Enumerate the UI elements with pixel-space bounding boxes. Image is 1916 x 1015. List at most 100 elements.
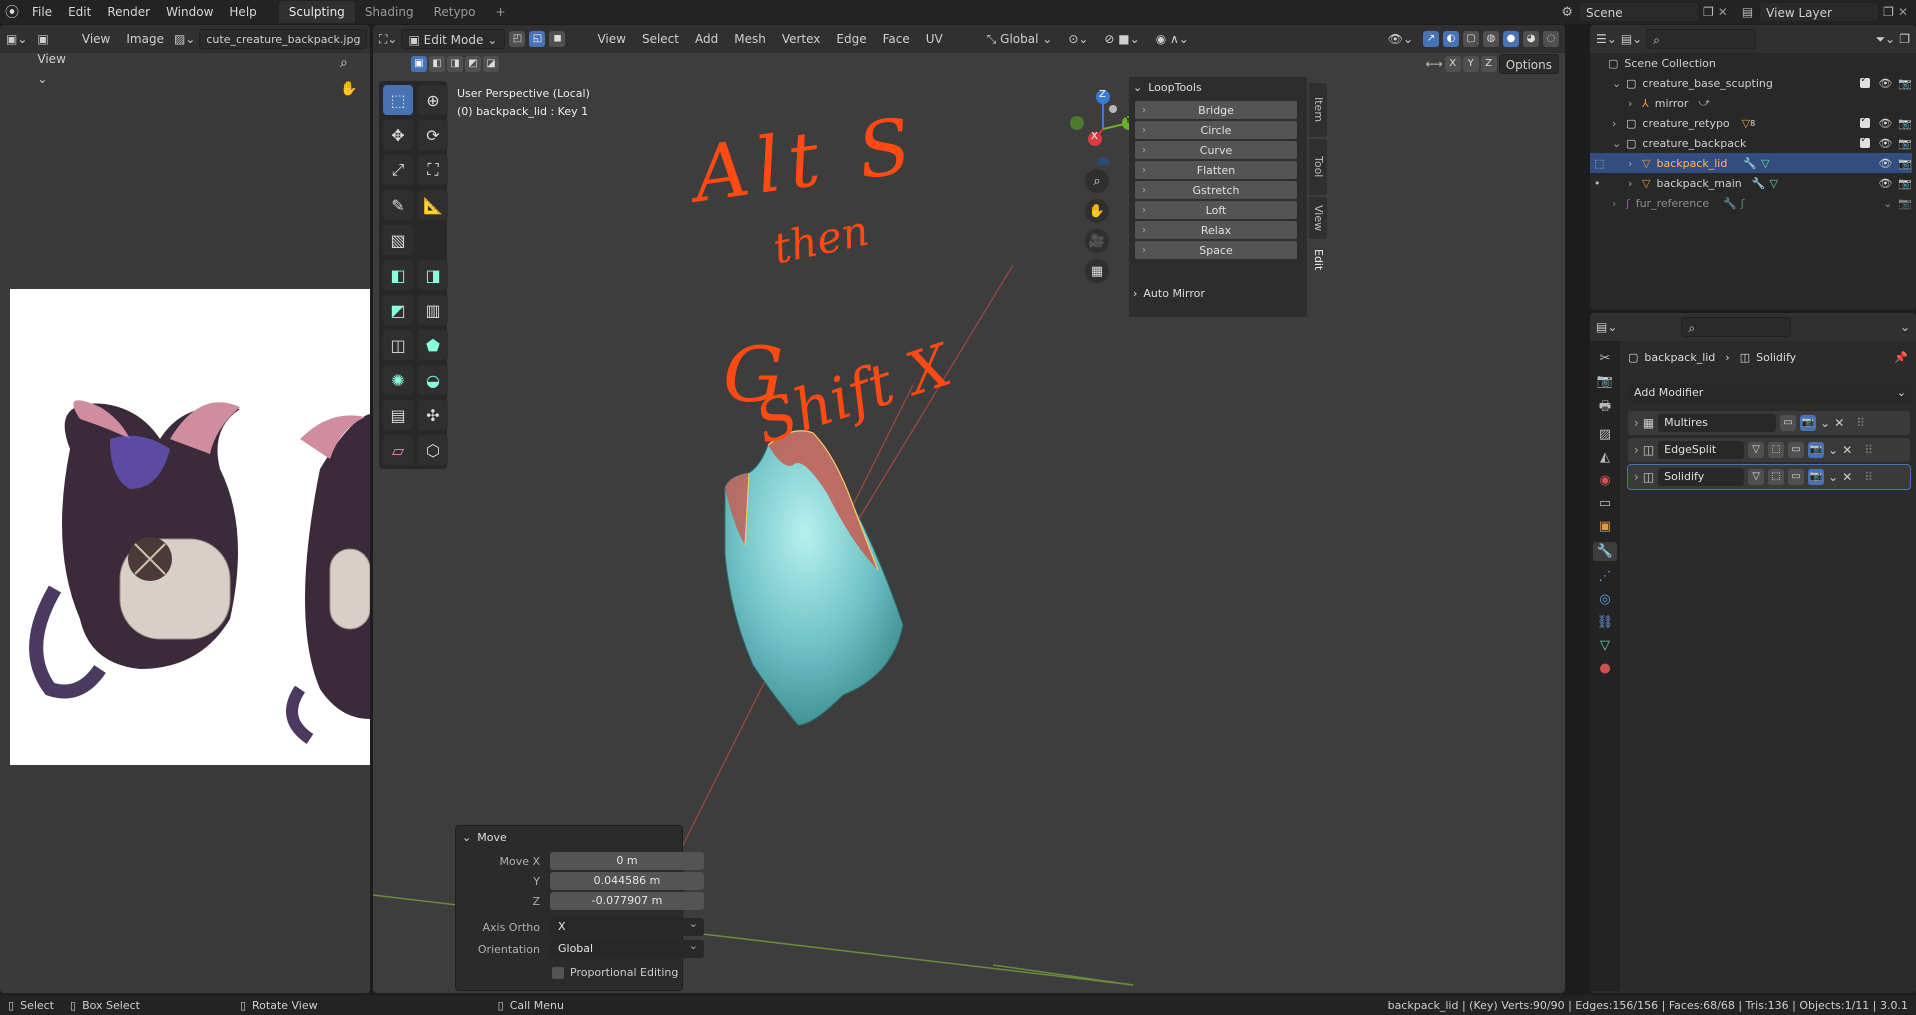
output-tab-icon[interactable]: 🖶 xyxy=(1599,397,1611,419)
menu-render[interactable]: Render xyxy=(99,0,158,24)
modifier-solidify[interactable]: › ◫ Solidify ▽ ⬚ ▭ 📷 ⌄ ✕ ⠿ xyxy=(1627,464,1911,490)
outliner-search-input[interactable]: ⌕ xyxy=(1646,29,1757,49)
view-layer-tab-icon[interactable]: ▨ xyxy=(1599,427,1611,442)
scale-tool-icon[interactable]: ⤢ xyxy=(383,155,413,185)
expand-chevron-icon[interactable]: ⌄ xyxy=(1612,77,1626,90)
outliner-row-mirror[interactable]: › ⅄ mirror ⤻ xyxy=(1628,93,1912,113)
material-tab-icon[interactable]: ● xyxy=(1599,661,1610,676)
show-render-icon[interactable]: 📷 xyxy=(1800,415,1817,431)
measure-tool-icon[interactable]: 📐 xyxy=(418,190,448,220)
annotate-tool-icon[interactable]: ✎ xyxy=(383,190,413,220)
modifier-tab-icon[interactable]: 🔧 xyxy=(1592,542,1618,561)
properties-options-icon[interactable]: ⌄ xyxy=(1900,320,1910,334)
drag-handle-icon[interactable]: ⠿ xyxy=(1856,416,1865,430)
scene-tab-icon[interactable]: ◭ xyxy=(1600,450,1610,465)
camera-icon[interactable]: 📷 xyxy=(1898,137,1912,150)
blender-logo-icon[interactable]: ⦿ xyxy=(0,2,24,22)
tab-shading[interactable]: Shading xyxy=(355,1,424,23)
data-tab-icon[interactable]: ▽ xyxy=(1600,638,1610,653)
menu-file[interactable]: File xyxy=(24,0,60,24)
sidebar-tab-view[interactable]: View xyxy=(1309,197,1327,239)
eye-icon[interactable]: 👁 xyxy=(1878,77,1892,90)
move-tool-icon[interactable]: ✥ xyxy=(383,120,413,150)
view-layer-new-icon[interactable]: ❐ xyxy=(1883,5,1894,19)
looptools-curve[interactable]: › Curve xyxy=(1135,141,1297,159)
expand-chevron-icon[interactable]: › xyxy=(1634,416,1639,430)
show-viewport-icon[interactable]: ▭ xyxy=(1788,442,1805,458)
looptools-circle[interactable]: › Circle xyxy=(1135,121,1297,139)
show-viewport-icon[interactable]: ▭ xyxy=(1780,415,1797,431)
expand-chevron-icon[interactable]: › xyxy=(1612,117,1626,130)
tool-tab-icon[interactable]: ✂ xyxy=(1600,351,1611,366)
object-tab-icon[interactable]: ▣ xyxy=(1599,519,1611,534)
pin-icon[interactable]: 📌 xyxy=(1894,351,1908,364)
expand-chevron-icon[interactable]: ⌄ xyxy=(1612,137,1626,150)
world-tab-icon[interactable]: ◉ xyxy=(1599,473,1610,488)
modifier-name-field[interactable]: Solidify xyxy=(1658,468,1745,486)
eye-icon[interactable]: 👁 xyxy=(1878,177,1892,190)
move-panel-header[interactable]: ⌄ Move xyxy=(456,826,682,848)
sidebar-tab-tool[interactable]: Tool xyxy=(1309,139,1327,195)
scene-collection-row[interactable]: ▢ Scene Collection xyxy=(1608,53,1872,73)
zoom-icon[interactable]: ⌕ xyxy=(340,55,348,71)
physics-tab-icon[interactable]: ◎ xyxy=(1599,592,1610,607)
proportional-editing-checkbox[interactable]: Proportional Editing xyxy=(552,966,678,979)
looptools-space[interactable]: › Space xyxy=(1135,241,1297,259)
pan-view-icon[interactable]: ✋ xyxy=(1085,199,1109,223)
cursor-tool-icon[interactable]: ⊕ xyxy=(418,85,448,115)
shrink-fatten-tool-icon[interactable]: ✣ xyxy=(418,400,448,430)
smooth-tool-icon[interactable]: ◒ xyxy=(418,365,448,395)
tab-retypo[interactable]: Retypo xyxy=(424,1,486,23)
collection-tab-icon[interactable]: ▭ xyxy=(1599,496,1611,511)
edit-mode-icon[interactable]: ⬚ xyxy=(1594,157,1628,170)
eye-icon[interactable]: 👁 xyxy=(1878,157,1892,170)
modifier-name-field[interactable]: Multires xyxy=(1658,414,1777,432)
properties-search-input[interactable]: ⌕ xyxy=(1681,317,1792,337)
add-workspace-button[interactable]: + xyxy=(486,1,516,23)
hidden-eye-icon[interactable]: ⌄ xyxy=(1883,197,1892,210)
view-layer-close-icon[interactable]: ✕ xyxy=(1898,5,1908,19)
edit-mode-cage-icon[interactable]: ▽ xyxy=(1748,442,1765,458)
expand-chevron-icon[interactable]: › xyxy=(1628,97,1642,110)
outliner-row-fur-reference[interactable]: › ʃ fur_reference 🔧 ʃ ⌄ 📷 xyxy=(1612,193,1912,213)
remove-modifier-icon[interactable]: ✕ xyxy=(1842,443,1852,457)
edge-slide-tool-icon[interactable]: ▤ xyxy=(383,400,413,430)
outliner-row-creature-base[interactable]: ⌄ ▢ creature_base_scupting 👁 📷 xyxy=(1612,73,1912,93)
looptools-gstretch[interactable]: › Gstretch xyxy=(1135,181,1297,199)
outliner-editor-type-icon[interactable]: ☰⌄ xyxy=(1596,32,1617,46)
camera-icon[interactable]: 📷 xyxy=(1898,117,1912,130)
expand-chevron-icon[interactable]: › xyxy=(1628,177,1642,190)
outliner-row-backpack-main[interactable]: • › ▽ backpack_main 🔧 ▽ 👁 📷 xyxy=(1590,173,1912,193)
menu-edit[interactable]: Edit xyxy=(60,0,99,24)
image-filename-field[interactable]: cute_creature_backpack.jpg xyxy=(199,29,368,49)
exclude-checkbox[interactable] xyxy=(1860,115,1871,128)
editor-type-icon[interactable]: ▣⌄ xyxy=(6,32,27,46)
modifier-multires[interactable]: › ▦ Multires ▭ 📷 ⌄ ✕ ⠿ xyxy=(1628,411,1910,435)
rip-tool-icon[interactable]: ⬡ xyxy=(418,435,448,465)
expand-chevron-icon[interactable]: › xyxy=(1628,157,1642,170)
camera-icon[interactable]: 📷 xyxy=(1898,157,1912,170)
transform-tool-icon[interactable]: ⛶ xyxy=(418,155,448,185)
display-mode-icon[interactable]: ▤⌄ xyxy=(1621,32,1642,46)
modifier-menu-chevron-icon[interactable]: ⌄ xyxy=(1828,443,1838,457)
extrude-tool-icon[interactable]: ◧ xyxy=(383,260,413,290)
camera-view-icon[interactable]: 🎥 xyxy=(1085,229,1109,253)
orientation-dropdown[interactable]: Global xyxy=(550,937,704,958)
filter-icon[interactable]: ⏷⌄ xyxy=(1876,32,1896,47)
looptools-loft[interactable]: › Loft xyxy=(1135,201,1297,219)
show-render-icon[interactable]: 📷 xyxy=(1808,442,1825,458)
modifier-menu-chevron-icon[interactable]: ⌄ xyxy=(1820,416,1830,430)
scene-new-icon[interactable]: ❐ xyxy=(1703,5,1714,19)
image-browse-icon[interactable]: ▨⌄ xyxy=(174,32,195,46)
camera-icon[interactable]: 📷 xyxy=(1898,197,1912,210)
edit-dot-icon[interactable]: • xyxy=(1594,177,1628,190)
move-y-field[interactable]: 0.044586 m xyxy=(550,872,704,890)
add-cube-tool-icon[interactable]: ▧ xyxy=(383,225,413,255)
looptools-bridge[interactable]: › Bridge xyxy=(1135,101,1297,119)
remove-modifier-icon[interactable]: ✕ xyxy=(1842,470,1852,484)
sidebar-tab-item[interactable]: Item xyxy=(1309,83,1327,137)
outliner-row-creature-backpack[interactable]: ⌄ ▢ creature_backpack 👁 📷 xyxy=(1612,133,1912,153)
expand-chevron-icon[interactable]: › xyxy=(1612,197,1626,210)
camera-icon[interactable]: 📷 xyxy=(1898,177,1912,190)
image-menu[interactable]: Image xyxy=(120,29,170,49)
